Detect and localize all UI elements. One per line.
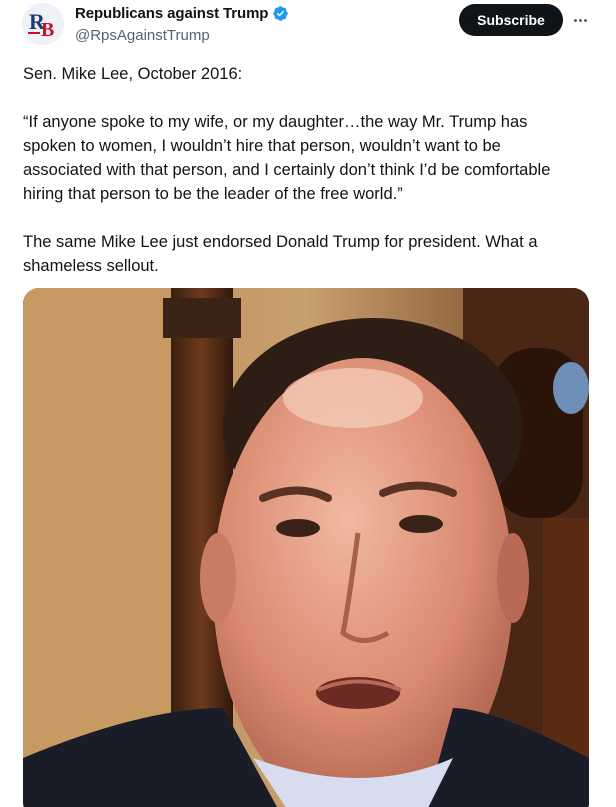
author-name-row: Republicans against Trump [75, 5, 289, 22]
tweet-line-comment: The same Mike Lee just endorsed Donald T… [23, 233, 538, 275]
tweet: R B Republicans against Trump @RpsAgains… [0, 0, 616, 807]
tweet-line-quote: “If anyone spoke to my wife, or my daugh… [23, 113, 551, 203]
svg-text:B: B [41, 19, 54, 41]
verified-badge-icon[interactable] [272, 5, 289, 22]
video-frame-image [23, 288, 589, 807]
avatar[interactable]: R B [22, 3, 64, 45]
author-handle[interactable]: @RpsAgainstTrump [75, 27, 210, 44]
display-name[interactable]: Republicans against Trump [75, 5, 268, 22]
tweet-text: Sen. Mike Lee, October 2016: “If anyone … [23, 62, 583, 278]
tweet-video[interactable] [23, 288, 589, 807]
tweet-line-intro: Sen. Mike Lee, October 2016: [23, 65, 243, 83]
more-horizontal-icon[interactable] [570, 9, 590, 31]
subscribe-button[interactable]: Subscribe [459, 4, 563, 36]
